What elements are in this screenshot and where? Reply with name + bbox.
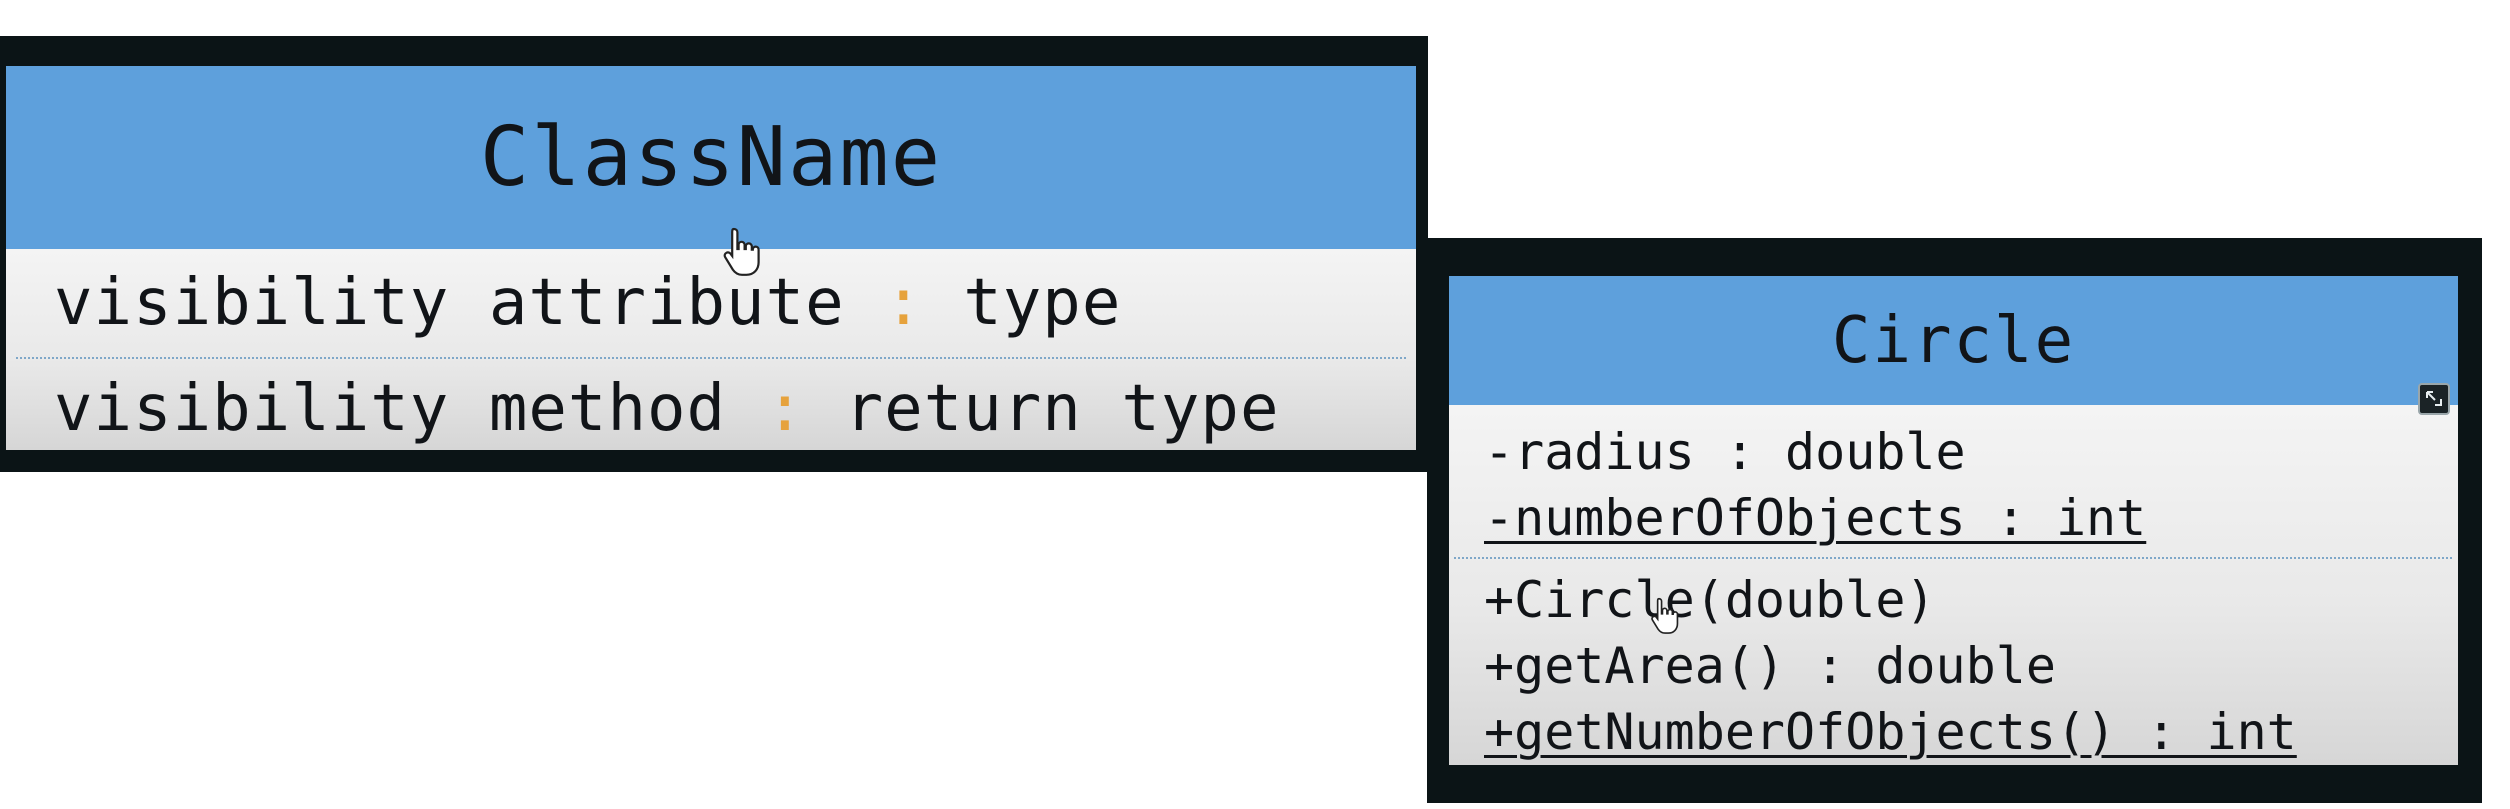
uml-circle-card: Circle -radius : double -numberOfObjects…: [1449, 276, 2458, 765]
method-row: visibility method : return type: [54, 373, 1416, 445]
circle-method-get-area: +getArea() : double: [1484, 637, 2056, 695]
attribute-separator: :: [884, 266, 924, 340]
circle-method-get-number-of-objects: +getNumberOfObjects() : int: [1484, 703, 2297, 761]
class-name-header: ClassName: [6, 66, 1416, 249]
uml-circle-class-box: Circle -radius : double -numberOfObjects…: [1427, 238, 2482, 803]
attribute-row: visibility attribute : type: [54, 267, 1416, 339]
attribute-name: attribute: [488, 266, 845, 340]
attribute-visibility: visibility: [54, 266, 450, 340]
circle-attribute-radius: -radius : double: [1484, 423, 1966, 481]
uml-template-card: ClassName visibility attribute : type vi…: [6, 66, 1416, 450]
template-body: visibility attribute : type visibility m…: [6, 249, 1416, 450]
circle-header: Circle: [1449, 276, 2458, 405]
method-separator: :: [765, 372, 806, 446]
circle-body: -radius : double -numberOfObjects : int …: [1449, 405, 2458, 765]
method-return-type: return type: [844, 372, 1280, 446]
circle-title: Circle: [1831, 303, 2076, 378]
method-visibility: visibility: [54, 372, 450, 446]
circle-attribute-number-of-objects: -numberOfObjects : int: [1484, 489, 2147, 547]
method-name: method: [488, 372, 727, 446]
class-name-title: ClassName: [479, 110, 943, 205]
circle-method-constructor: +Circle(double): [1484, 571, 1936, 629]
uml-template-class-box: ClassName visibility attribute : type vi…: [0, 36, 1428, 472]
template-divider: [16, 357, 1406, 359]
circle-divider: [1454, 557, 2452, 559]
attribute-type: type: [963, 266, 1122, 340]
expand-icon[interactable]: [2418, 383, 2450, 415]
